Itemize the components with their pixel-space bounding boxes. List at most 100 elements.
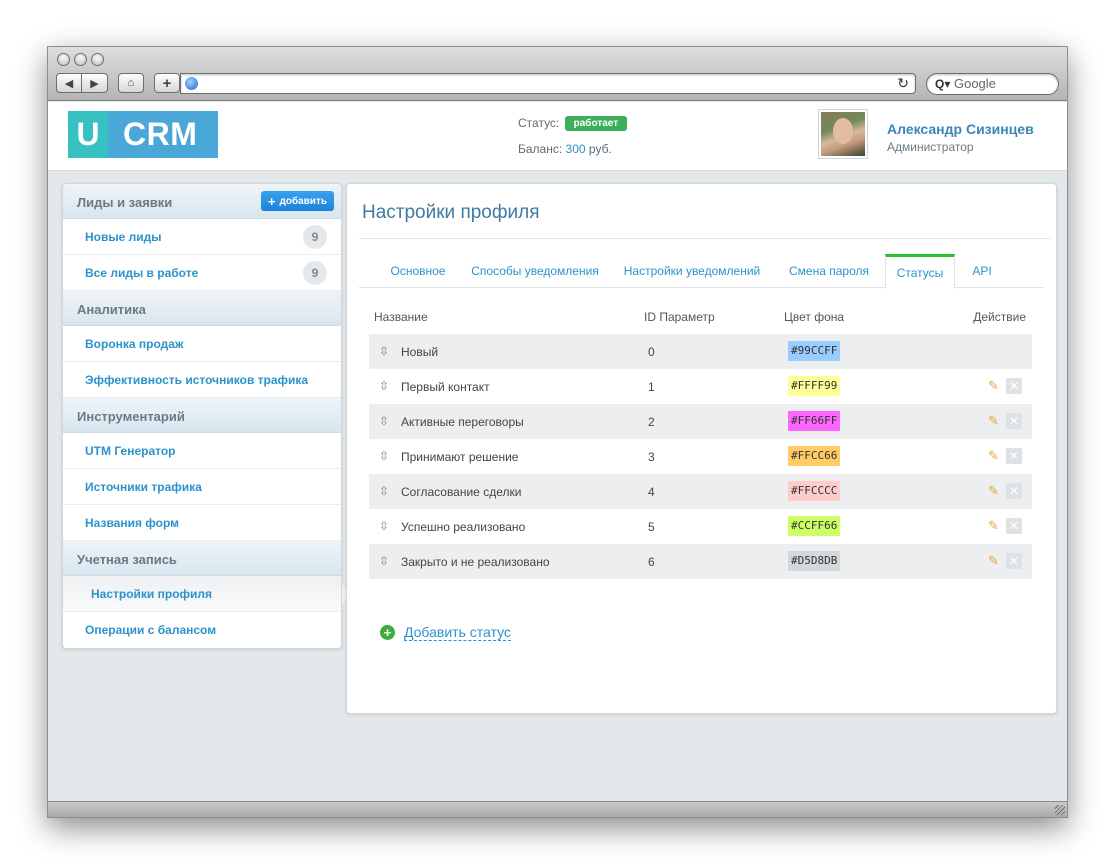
window-controls	[57, 53, 104, 66]
minimize-window-button[interactable]	[74, 53, 87, 66]
drag-handle-icon[interactable]: ⇳	[379, 554, 389, 568]
status-name: Согласование сделки	[401, 485, 522, 499]
tab-bar: Основное Способы уведомления Настройки у…	[359, 254, 1044, 289]
search-placeholder: Google	[953, 76, 996, 91]
sidebar-section-title: Лиды и заявки	[77, 195, 173, 210]
delete-icon[interactable]: ✕	[1006, 413, 1022, 429]
edit-icon[interactable]: ✎	[988, 378, 1001, 394]
sidebar-item-balance-operations[interactable]: Операции с балансом	[63, 612, 341, 648]
add-circle-icon: +	[380, 625, 395, 640]
address-bar[interactable]: ↻	[180, 73, 916, 94]
delete-icon[interactable]: ✕	[1006, 448, 1022, 464]
close-window-button[interactable]	[57, 53, 70, 66]
sidebar-item-label: Эффективность источников трафика	[85, 373, 309, 387]
row-actions: ✎ ✕	[988, 553, 1022, 569]
row-actions: ✎ ✕	[988, 448, 1022, 464]
add-lead-button[interactable]: + добавить	[260, 191, 334, 211]
status-name: Принимают решение	[401, 450, 519, 464]
count-badge: 9	[303, 261, 327, 285]
color-swatch: #FF66FF	[788, 411, 841, 431]
status-id: 5	[648, 520, 655, 534]
sidebar-item-form-names[interactable]: Названия форм	[63, 505, 341, 541]
tab-api[interactable]: API	[965, 254, 999, 288]
edit-icon[interactable]: ✎	[988, 518, 1001, 534]
avatar[interactable]	[818, 109, 868, 159]
add-status-link[interactable]: Добавить статус	[404, 624, 511, 641]
browser-window: ◀ ▶ ⌂ + ↻ Q▾ Google U CRM Статус: работа…	[47, 46, 1068, 818]
tab-notification-settings[interactable]: Настройки уведомлений	[617, 254, 767, 288]
drag-handle-icon[interactable]: ⇳	[379, 379, 389, 393]
search-input[interactable]: Q▾ Google	[926, 73, 1059, 95]
globe-icon	[185, 77, 198, 90]
tab-main[interactable]: Основное	[381, 254, 455, 288]
logo[interactable]: U CRM	[68, 111, 218, 158]
balance-label: Баланс:	[518, 142, 563, 156]
column-id: ID Параметр	[644, 310, 715, 324]
sidebar-item-profile-settings[interactable]: Настройки профиля	[63, 576, 352, 612]
delete-icon[interactable]: ✕	[1006, 483, 1022, 499]
balance-unit: руб.	[588, 142, 612, 156]
tab-change-password[interactable]: Смена пароля	[779, 254, 879, 288]
drag-handle-icon[interactable]: ⇳	[379, 449, 389, 463]
edit-icon[interactable]: ✎	[988, 413, 1001, 429]
sidebar-item-sales-funnel[interactable]: Воронка продаж	[63, 326, 341, 362]
sidebar-item-label: Названия форм	[85, 516, 180, 530]
status-bar	[48, 801, 1067, 817]
status-id: 0	[648, 345, 655, 359]
tab-statuses[interactable]: Статусы	[885, 254, 955, 289]
color-swatch: #CCFF66	[788, 516, 841, 536]
reload-icon[interactable]: ↻	[897, 75, 909, 92]
user-name[interactable]: Александр Сизинцев	[887, 121, 1034, 137]
status-id: 3	[648, 450, 655, 464]
status-id: 2	[648, 415, 655, 429]
row-actions: ✎ ✕	[988, 483, 1022, 499]
maximize-window-button[interactable]	[91, 53, 104, 66]
column-name: Название	[374, 310, 428, 324]
home-icon[interactable]: ⌂	[118, 73, 144, 93]
status-name: Успешно реализовано	[401, 520, 526, 534]
add-lead-label: добавить	[279, 195, 327, 207]
edit-icon[interactable]: ✎	[988, 448, 1001, 464]
sidebar-item-new-leads[interactable]: Новые лиды 9	[63, 219, 341, 255]
delete-icon[interactable]: ✕	[1006, 553, 1022, 569]
status-table: ⇳ Новый 0 #99CCFF ⇳ Первый контакт 1 #FFFF99 ✎ ✕ ⇳…	[369, 334, 1032, 579]
drag-handle-icon[interactable]: ⇳	[379, 344, 389, 358]
sidebar-item-leads-in-work[interactable]: Все лиды в работе 9	[63, 255, 341, 291]
tab-notification-methods[interactable]: Способы уведомления	[465, 254, 605, 288]
sidebar-section-title: Аналитика	[77, 302, 146, 317]
table-header: Название ID Параметр Цвет фона Действие	[369, 304, 1032, 332]
sidebar-section-title: Инструментарий	[77, 409, 185, 424]
table-row: ⇳ Новый 0 #99CCFF	[369, 334, 1032, 369]
sidebar-section-analytics: Аналитика	[63, 291, 341, 326]
app-header: U CRM Статус: работает Баланс: 300 руб. …	[48, 102, 1067, 171]
row-actions: ✎ ✕	[988, 413, 1022, 429]
resize-grip-icon[interactable]	[1055, 805, 1065, 815]
row-actions: ✎ ✕	[988, 378, 1022, 394]
edit-icon[interactable]: ✎	[988, 553, 1001, 569]
drag-handle-icon[interactable]: ⇳	[379, 484, 389, 498]
edit-icon[interactable]: ✎	[988, 483, 1001, 499]
sidebar-item-utm-generator[interactable]: UTM Генератор	[63, 433, 341, 469]
balance-value: 300	[565, 142, 586, 156]
search-icon: Q▾	[935, 77, 951, 91]
back-icon[interactable]: ◀	[56, 73, 82, 93]
delete-icon[interactable]: ✕	[1006, 378, 1022, 394]
logo-mark: U	[68, 111, 108, 158]
color-swatch: #FFCCCC	[788, 481, 841, 501]
sidebar-item-traffic-efficiency[interactable]: Эффективность источников трафика	[63, 362, 341, 398]
row-actions: ✎ ✕	[988, 518, 1022, 534]
delete-icon[interactable]: ✕	[1006, 518, 1022, 534]
sidebar-item-traffic-sources[interactable]: Источники трафика	[63, 469, 341, 505]
column-action: Действие	[973, 310, 1026, 324]
new-tab-icon[interactable]: +	[154, 73, 180, 93]
sidebar-section-title: Учетная запись	[77, 552, 177, 567]
status-id: 1	[648, 380, 655, 394]
add-status-button[interactable]: + Добавить статус	[380, 624, 511, 641]
drag-handle-icon[interactable]: ⇳	[379, 519, 389, 533]
sidebar-item-label: Настройки профиля	[91, 587, 213, 601]
sidebar-section-tools: Инструментарий	[63, 398, 341, 433]
sidebar-item-label: UTM Генератор	[85, 444, 176, 458]
forward-icon[interactable]: ▶	[82, 73, 108, 93]
status-id: 6	[648, 555, 655, 569]
drag-handle-icon[interactable]: ⇳	[379, 414, 389, 428]
